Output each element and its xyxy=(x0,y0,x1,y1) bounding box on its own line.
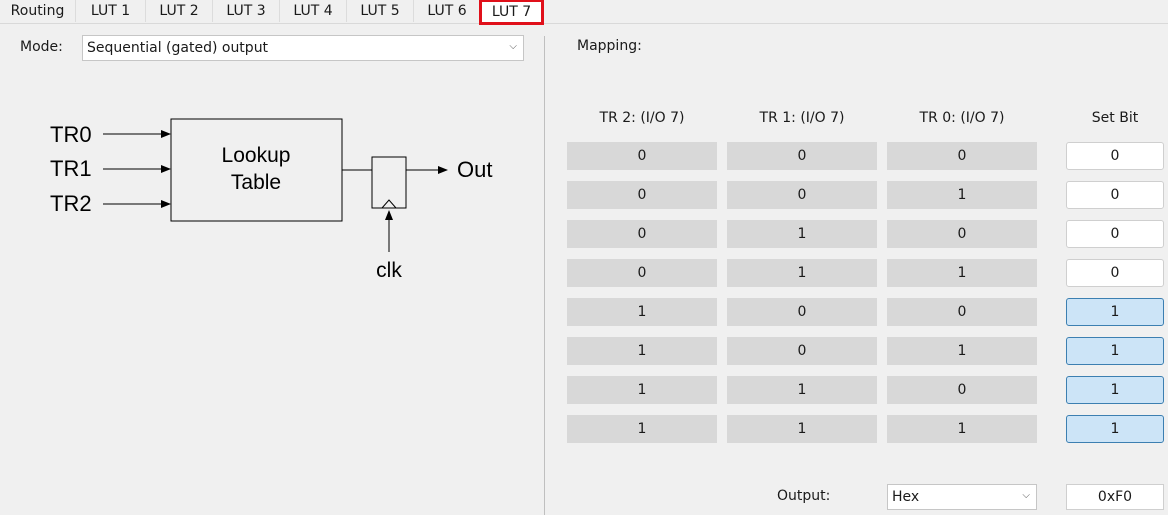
header-tr0: TR 0: (I/O 7) xyxy=(919,110,1005,126)
lut-diagram: TR0 TR1 TR2 Lookup Table Out clk xyxy=(50,118,492,282)
mode-dropdown[interactable]: Sequential (gated) output ⌵ xyxy=(82,35,524,61)
row-6-tr1: 1 xyxy=(727,376,877,404)
row-6-tr2: 1 xyxy=(567,376,717,404)
row-0-set-bit-button[interactable]: 0 xyxy=(1066,142,1164,170)
row-4-tr1: 0 xyxy=(727,298,877,326)
header-tr2: TR 2: (I/O 7) xyxy=(599,110,685,126)
row-3-tr0: 1 xyxy=(887,259,1037,287)
output-label: Out xyxy=(457,157,492,182)
row-7-tr0: 1 xyxy=(887,415,1037,443)
input-tr0-label: TR0 xyxy=(50,122,92,147)
row-1-tr2: 0 xyxy=(567,181,717,209)
tab-lut-7[interactable]: LUT 7 xyxy=(479,0,544,25)
tab-lut-3[interactable]: LUT 3 xyxy=(213,0,280,22)
header-tr1: TR 1: (I/O 7) xyxy=(759,110,845,126)
row-3-tr1: 1 xyxy=(727,259,877,287)
clock-triangle-icon xyxy=(381,199,397,209)
input-tr1-label: TR1 xyxy=(50,156,92,181)
row-6-tr0: 0 xyxy=(887,376,1037,404)
clock-label: clk xyxy=(376,259,402,282)
row-5-tr2: 1 xyxy=(567,337,717,365)
tab-routing[interactable]: Routing xyxy=(0,0,76,22)
mode-value: Sequential (gated) output xyxy=(87,40,269,56)
row-5-tr0: 1 xyxy=(887,337,1037,365)
row-0-tr0: 0 xyxy=(887,142,1037,170)
row-3-tr2: 0 xyxy=(567,259,717,287)
row-2-set-bit-button[interactable]: 0 xyxy=(1066,220,1164,248)
row-2-tr1: 1 xyxy=(727,220,877,248)
tab-bar: Routing LUT 1 LUT 2 LUT 3 LUT 4 LUT 5 LU… xyxy=(0,0,1168,25)
row-0-tr2: 0 xyxy=(567,142,717,170)
chevron-down-icon: ⌵ xyxy=(1022,489,1030,501)
block-label-line2: Table xyxy=(231,171,281,194)
input-tr2-label: TR2 xyxy=(50,191,92,216)
lookup-table-block xyxy=(170,118,343,222)
tab-lut-1[interactable]: LUT 1 xyxy=(76,0,146,22)
row-2-tr2: 0 xyxy=(567,220,717,248)
output-value-field: 0xF0 xyxy=(1066,484,1164,510)
output-format-value: Hex xyxy=(892,489,920,505)
row-1-tr1: 0 xyxy=(727,181,877,209)
row-1-tr0: 1 xyxy=(887,181,1037,209)
row-4-tr0: 0 xyxy=(887,298,1037,326)
tab-lut-4[interactable]: LUT 4 xyxy=(280,0,347,22)
row-5-tr1: 0 xyxy=(727,337,877,365)
output-format-dropdown[interactable]: Hex ⌵ xyxy=(887,484,1037,510)
tab-lut-2[interactable]: LUT 2 xyxy=(146,0,213,22)
mapping-label: Mapping: xyxy=(577,38,642,54)
row-7-set-bit-button[interactable]: 1 xyxy=(1066,415,1164,443)
row-4-tr2: 1 xyxy=(567,298,717,326)
row-6-set-bit-button[interactable]: 1 xyxy=(1066,376,1164,404)
row-0-tr1: 0 xyxy=(727,142,877,170)
tab-lut-6[interactable]: LUT 6 xyxy=(414,0,481,22)
row-7-tr1: 1 xyxy=(727,415,877,443)
row-3-set-bit-button[interactable]: 0 xyxy=(1066,259,1164,287)
row-4-set-bit-button[interactable]: 1 xyxy=(1066,298,1164,326)
mode-label: Mode: xyxy=(20,39,63,55)
row-7-tr2: 1 xyxy=(567,415,717,443)
row-2-tr0: 0 xyxy=(887,220,1037,248)
panel-divider xyxy=(544,36,545,515)
row-1-set-bit-button[interactable]: 0 xyxy=(1066,181,1164,209)
block-label-line1: Lookup xyxy=(222,144,291,167)
output-format-label: Output: xyxy=(777,488,831,504)
row-5-set-bit-button[interactable]: 1 xyxy=(1066,337,1164,365)
header-set-bit: Set Bit xyxy=(1091,110,1139,126)
chevron-down-icon: ⌵ xyxy=(509,40,517,52)
tab-lut-5[interactable]: LUT 5 xyxy=(347,0,414,22)
